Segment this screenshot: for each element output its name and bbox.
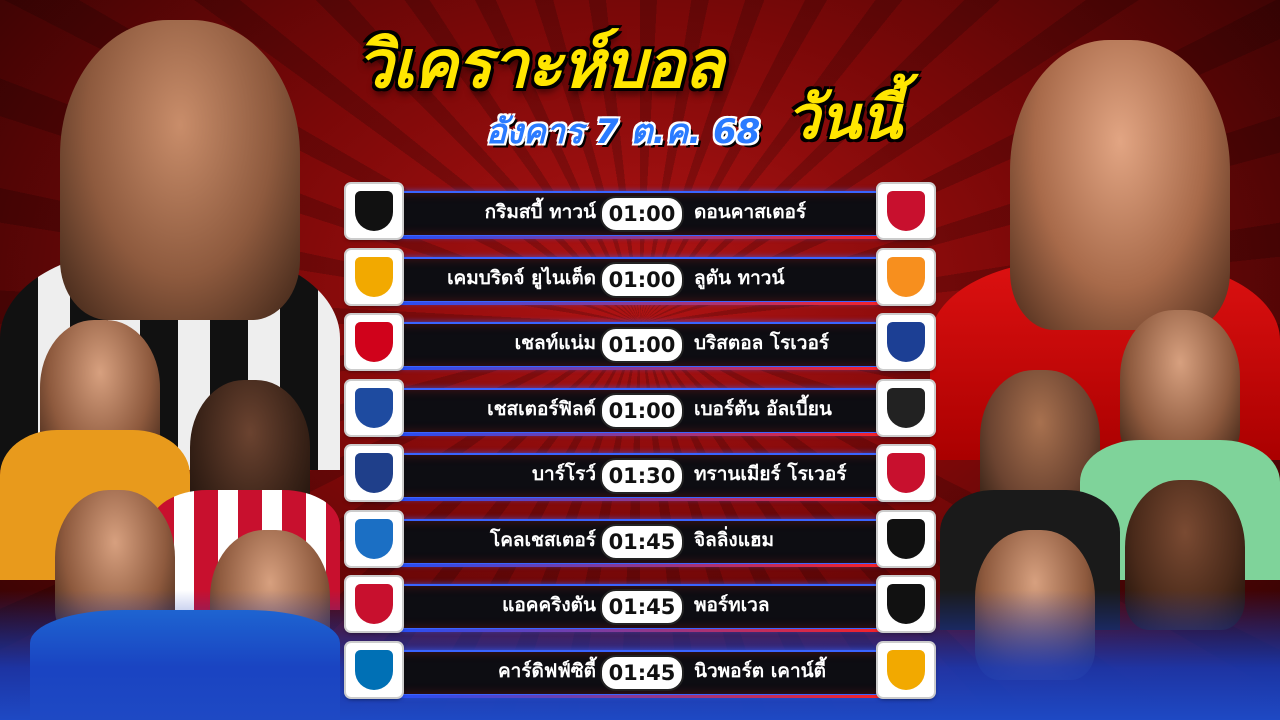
match-date: อังคาร 7 ต.ค. 68 [486,112,761,152]
cheltenham-crest-icon [355,322,393,362]
away-team-logo [878,380,934,435]
barrow-crest-icon [355,453,393,493]
away-team-name: ทรานเมียร์ โรเวอร์ [694,463,847,485]
kickoff-time: 01:30 [600,458,684,494]
gillingham-crest-icon [887,518,925,559]
fixture-row[interactable]: เชสเตอร์ฟิลด์ 01:00 เบอร์ตัน อัลเบี้ยน [344,380,936,437]
kickoff-time: 01:00 [600,327,684,363]
fixture-row[interactable]: เชลท์แน่ม 01:00 บริสตอล โรเวอร์ [344,315,936,371]
away-team-name: ลูตัน ทาวน์ [694,266,785,289]
away-team-logo [878,249,934,304]
burton-crest-icon [887,387,925,428]
away-team-logo [878,577,934,631]
port-vale-crest-icon [887,584,925,624]
page-title-today: วันนี้ [786,83,902,153]
page-title: วิเคราะห์บอล [356,26,724,103]
home-team-name: แอคคริงตัน [502,594,596,616]
colchester-crest-icon [355,518,393,559]
away-team-name: นิวพอร์ต เคาน์ตี้ [694,659,826,682]
home-team-name: เชสเตอร์ฟิลด์ [487,397,596,420]
home-team-logo [346,249,402,304]
home-team-logo [346,642,402,697]
home-team-logo [346,446,402,500]
home-team-name: เคมบริดจ์ ยูไนเต็ด [447,266,596,289]
fixture-row[interactable]: โคลเชสเตอร์ 01:45 จิลลิ่งแฮม [344,511,936,568]
home-team-name: เชลท์แน่ม [514,332,596,354]
luton-crest-icon [887,256,925,297]
home-team-name: โคลเชสเตอร์ [490,528,596,551]
home-team-name: คาร์ดิฟฟ์ซิตี้ [497,659,596,682]
kickoff-time: 01:45 [600,654,684,691]
home-team-logo [346,380,402,435]
away-team-name: จิลลิ่งแฮม [694,528,775,551]
fixture-row[interactable]: แอคคริงตัน 01:45 พอร์ทเวล [344,577,936,633]
cambridge-crest-icon [355,256,393,297]
home-team-logo [346,511,402,566]
away-team-logo [878,642,934,697]
home-team-logo [346,184,402,238]
home-team-name: กริมสบี้ ทาวน์ [484,201,596,223]
kickoff-time: 01:00 [600,196,684,232]
tranmere-crest-icon [887,453,925,493]
bristol-rovers-crest-icon [887,322,925,362]
player-left-main [60,20,300,320]
home-team-logo [346,577,402,631]
fixture-row[interactable]: บาร์โรว์ 01:30 ทรานเมียร์ โรเวอร์ [344,446,936,502]
fixture-row[interactable]: กริมสบี้ ทาวน์ 01:00 ดอนคาสเตอร์ [344,184,936,240]
fixture-row[interactable]: เคมบริดจ์ ยูไนเต็ด 01:00 ลูตัน ทาวน์ [344,249,936,306]
away-team-name: พอร์ทเวล [694,594,770,616]
cardiff-crest-icon [355,649,393,690]
title-block: วิเคราะห์บอล อังคาร 7 ต.ค. 68 วันนี้ [350,8,950,178]
home-team-logo [346,315,402,369]
away-team-name: เบอร์ตัน อัลเบี้ยน [694,397,832,420]
away-team-logo [878,184,934,238]
kickoff-time: 01:00 [600,261,684,298]
player-right-main [1010,40,1230,330]
doncaster-crest-icon [887,191,925,231]
player-right-3 [1120,310,1240,460]
away-team-name: บริสตอล โรเวอร์ [694,332,830,354]
home-team-name: บาร์โรว์ [531,463,596,485]
away-team-logo [878,315,934,369]
chesterfield-crest-icon [355,387,393,428]
away-team-name: ดอนคาสเตอร์ [694,201,807,223]
newport-crest-icon [887,649,925,690]
away-team-logo [878,511,934,566]
accrington-crest-icon [355,584,393,624]
kickoff-time: 01:45 [600,523,684,560]
kickoff-time: 01:00 [600,392,684,429]
fixture-row[interactable]: คาร์ดิฟฟ์ซิตี้ 01:45 นิวพอร์ต เคาน์ตี้ [344,642,936,699]
away-team-logo [878,446,934,500]
grimsby-crest-icon [355,191,393,231]
kickoff-time: 01:45 [600,589,684,625]
